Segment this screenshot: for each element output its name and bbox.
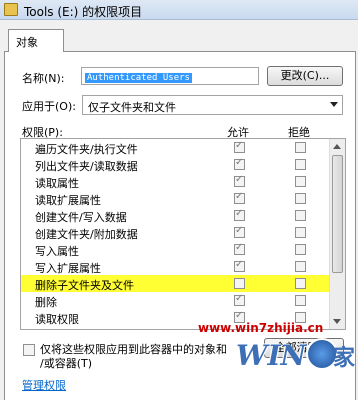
permission-label: 创建文件/写入数据 [35, 211, 127, 224]
allow-checkbox[interactable] [234, 242, 245, 255]
deny-checkbox[interactable] [295, 227, 306, 238]
change-button[interactable]: 更改(C)... [267, 66, 343, 86]
tab-label: 对象 [16, 36, 38, 49]
permission-row: 删除子文件夹及文件 [21, 275, 345, 292]
deny-checkbox[interactable] [295, 210, 306, 221]
allow-checkbox[interactable] [234, 140, 245, 153]
logo-suffix: 家 [333, 346, 356, 371]
name-label: 名称(N): [22, 72, 65, 85]
allow-checkbox[interactable] [234, 157, 245, 170]
permission-row: 删除 [21, 292, 345, 309]
permission-label: 遍历文件夹/执行文件 [35, 143, 138, 156]
chevron-down-icon [330, 102, 338, 107]
permission-label: 写入扩展属性 [35, 262, 101, 275]
permission-label: 创建文件夹/附加数据 [35, 228, 138, 241]
apply-only-label-line2: /或容器(T) [40, 357, 93, 370]
scroll-down-icon[interactable] [333, 319, 341, 324]
permission-row: 写入扩展属性 [21, 258, 345, 275]
permission-label: 读取属性 [35, 177, 79, 190]
watermark-url: www.win7zhijia.cn [198, 321, 324, 335]
permission-label: 列出文件夹/读取数据 [35, 160, 138, 173]
allow-checkbox[interactable] [234, 208, 245, 221]
win7-logo: WIN7 家 [236, 335, 356, 380]
deny-checkbox[interactable] [295, 278, 306, 289]
apply-to-select[interactable]: 仅子文件夹和文件 [82, 95, 343, 115]
window-title: Tools (E:) 的权限项目 [24, 5, 143, 19]
permission-label: 写入属性 [35, 245, 79, 258]
manage-permissions-link[interactable]: 管理权限 [22, 377, 66, 393]
allow-checkbox[interactable] [234, 293, 245, 306]
permission-row: 读取扩展属性 [21, 190, 345, 207]
deny-checkbox[interactable] [295, 142, 306, 153]
permission-list: 遍历文件夹/执行文件列出文件夹/读取数据读取属性读取扩展属性创建文件/写入数据创… [20, 138, 346, 330]
deny-checkbox[interactable] [295, 261, 306, 272]
apply-to-label: 应用于(O): [22, 100, 76, 113]
permission-label: 读取权限 [35, 313, 79, 326]
deny-checkbox[interactable] [295, 193, 306, 204]
permission-row: 创建文件夹/附加数据 [21, 224, 345, 241]
scroll-thumb[interactable] [332, 155, 343, 273]
permission-row: 读取属性 [21, 173, 345, 190]
permission-label: 读取扩展属性 [35, 194, 101, 207]
permission-label: 删除 [35, 296, 57, 309]
permission-label: 删除子文件夹及文件 [35, 279, 134, 292]
deny-checkbox[interactable] [295, 176, 306, 187]
apply-to-value: 仅子文件夹和文件 [88, 101, 176, 114]
permission-row: 创建文件/写入数据 [21, 207, 345, 224]
allow-checkbox[interactable] [234, 278, 245, 289]
scroll-up-icon[interactable] [333, 144, 341, 149]
deny-checkbox[interactable] [295, 295, 306, 306]
deny-checkbox[interactable] [295, 244, 306, 255]
folder-icon [4, 3, 18, 16]
name-value: Authenticated Users [85, 73, 192, 83]
apply-only-checkbox[interactable] [23, 344, 35, 356]
deny-checkbox[interactable] [295, 159, 306, 170]
allow-checkbox[interactable] [234, 174, 245, 187]
allow-checkbox[interactable] [234, 225, 245, 238]
scrollbar[interactable] [329, 139, 345, 329]
permission-rows: 遍历文件夹/执行文件列出文件夹/读取数据读取属性读取扩展属性创建文件/写入数据创… [21, 139, 345, 326]
permission-row: 写入属性 [21, 241, 345, 258]
permission-row: 遍历文件夹/执行文件 [21, 139, 345, 156]
permission-row: 列出文件夹/读取数据 [21, 156, 345, 173]
title-bar: Tools (E:) 的权限项目 [0, 0, 358, 20]
allow-checkbox[interactable] [234, 259, 245, 272]
allow-checkbox[interactable] [234, 191, 245, 204]
tab-object[interactable]: 对象 [8, 29, 64, 52]
name-field[interactable]: Authenticated Users [81, 67, 259, 85]
